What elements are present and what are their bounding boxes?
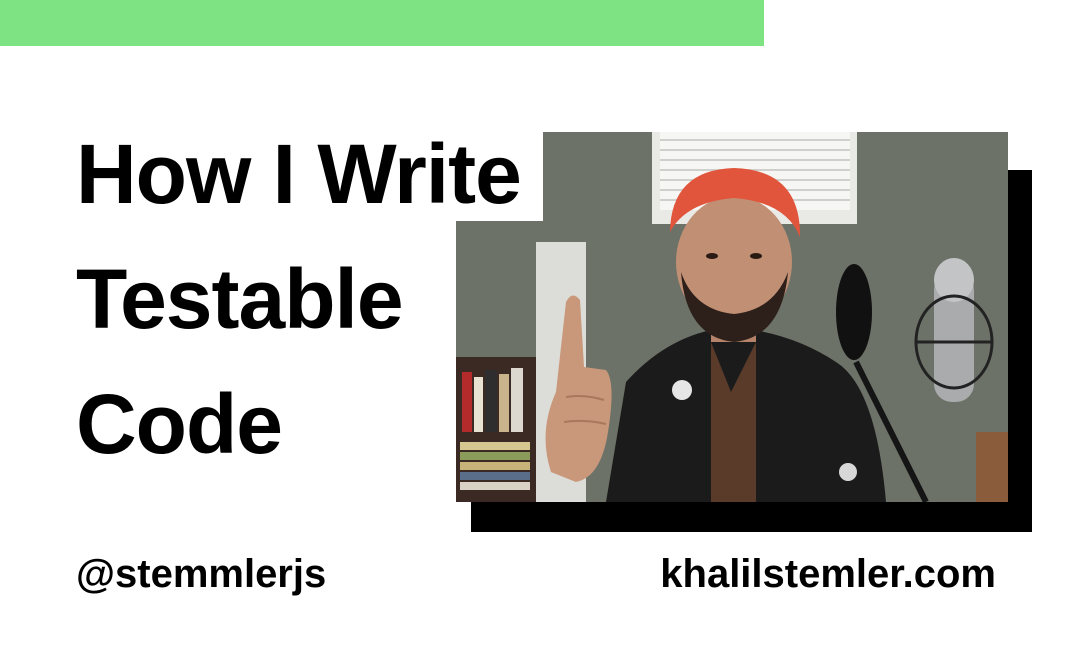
page-title: How I Write Testable Code — [72, 112, 543, 487]
social-handle: @stemmlerjs — [76, 552, 327, 596]
website-url: khalilstemler.com — [660, 552, 996, 596]
accent-bar — [0, 0, 764, 46]
title-line-3: Code — [72, 362, 543, 487]
title-line-2: Testable — [72, 237, 543, 362]
title-line-1: How I Write — [72, 112, 543, 237]
